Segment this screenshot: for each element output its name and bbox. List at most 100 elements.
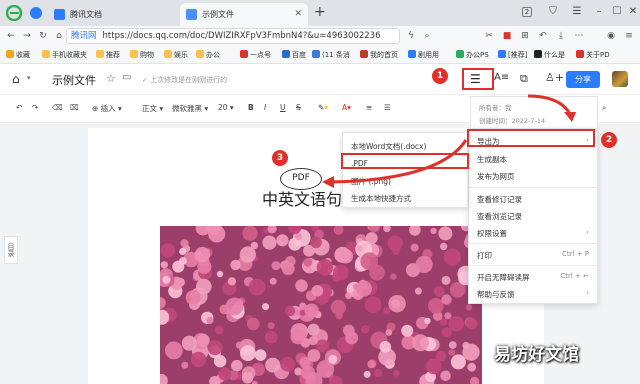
home-icon[interactable]: ⌂ [12,72,20,86]
step-badge-1: 1 [432,68,448,84]
star-icon[interactable]: ☆ [106,72,116,85]
strikethrough-icon[interactable]: S [296,103,301,112]
doc-header: ⌂ ▾ 示例文件 ☆ ▭ ✓ 上次修改是在刚刚进行的 A≡ ⧉ ♙+ 分享 ☰ [0,64,640,95]
menu-item-copy[interactable]: 生成副本 [477,154,507,165]
baidu-icon [282,50,290,58]
insert-button[interactable]: ⊕ 插入 ▾ [92,103,122,114]
url-field[interactable]: 腾讯网 https://docs.qq.com/doc/DWIZIRXFpV3Fm… [66,28,400,44]
account-icon[interactable]: ◉ [604,29,618,43]
bookmark-item[interactable]: 办公PS [456,49,489,61]
more-icon[interactable]: ⋯ [572,29,586,43]
chevron-down-icon[interactable]: ▾ [27,74,31,82]
menu-item-help[interactable]: 帮助与反馈 [477,289,515,300]
menu-item-revisions[interactable]: 查看修订记录 [477,194,522,205]
browser-logo-icon [5,4,23,22]
site-icon [240,50,248,58]
style-select[interactable]: 正文 ▾ [142,103,163,114]
present-icon[interactable]: ⧉ [520,72,528,86]
clear-format-icon[interactable]: ⌧ [70,103,79,112]
site-icon [360,50,368,58]
created-text: 创建时间：2022-7-14 [479,117,546,125]
extension-icon[interactable]: ■ [500,29,514,43]
step-badge-2: 2 [601,132,617,148]
add-user-icon[interactable]: ♙+ [545,71,564,84]
folder-icon[interactable]: ▭ [122,72,131,83]
undo-icon[interactable]: ↶ [16,103,22,112]
menu-item-accessibility[interactable]: 开启无障碍读屏 [477,272,530,283]
underline-icon[interactable]: U [280,103,286,112]
address-bar: ← → ↻ ⌂ 腾讯网 https://docs.qq.com/doc/DWIZI… [0,26,640,46]
bookmark-item[interactable]: 关于PD [576,49,610,61]
flower-photo[interactable] [160,226,482,384]
save-status: ✓ 上次修改是在刚刚进行的 [142,76,228,84]
font-color-icon[interactable]: A▾ [342,103,351,112]
create-shortcut-option[interactable]: 生成本地快捷方式 [351,193,411,204]
bookmark-item[interactable]: 手机收藏夹 [42,49,87,61]
bookmark-item[interactable]: (11 条消 [312,49,350,61]
site-icon [534,50,542,58]
window-count-badge[interactable]: 2 [516,2,538,22]
new-tab-button[interactable]: + [314,4,326,20]
avatar[interactable] [612,71,628,87]
highlight-icon[interactable]: ✎▾ [318,103,328,112]
folder-icon [196,50,204,58]
search-icon[interactable]: ⌕ [602,103,606,113]
scissors-icon[interactable]: ✂ [482,29,496,43]
bookmark-item[interactable]: 我的首页 [360,49,398,61]
list-icon[interactable]: ☰ [384,103,391,112]
grid-icon[interactable]: ⊞ [518,29,532,43]
pdf-callout: PDF [280,168,322,190]
format-painter-icon[interactable]: ⌫ [52,103,63,112]
redo-icon[interactable]: ↷ [32,103,38,112]
export-png-option[interactable]: 图片 (.png) [351,176,391,187]
bookmark-item[interactable]: 娱乐 [164,49,188,61]
text-format-icon[interactable]: A≡ [494,72,509,83]
menu-item-views[interactable]: 查看浏览记录 [477,211,522,222]
outline-side-tab[interactable]: 目录 [4,236,18,264]
chevron-right-icon: › [586,289,589,297]
bookmark-item[interactable]: 一点号 [240,49,271,61]
bookmark-item[interactable]: 办公 [196,49,220,61]
bookmark-item[interactable]: [推荐] [498,49,527,61]
back-icon[interactable]: ← [4,29,18,43]
tab-example-file[interactable]: 示例文件 ✕ [180,3,308,26]
doc-title[interactable]: 示例文件 [52,72,96,88]
shirt-icon[interactable]: ⛉ [542,2,564,22]
telegram-icon[interactable] [30,7,42,19]
bookmark-item[interactable]: 剧用用 [408,49,439,61]
bookmark-item[interactable]: 什么是 [534,49,565,61]
forward-icon[interactable]: → [20,29,34,43]
font-size-select[interactable]: 20 ▾ [218,103,234,112]
close-tab-icon[interactable]: ✕ [294,3,302,26]
tab-tencent-docs[interactable]: 腾讯文档 [48,3,178,26]
font-select[interactable]: 微软雅黑 ▾ [172,103,208,114]
search-icon[interactable]: ⌕ [420,29,434,43]
close-window-icon[interactable]: ✕ [622,2,640,22]
bookmark-item[interactable]: 百度 [282,49,306,61]
download-icon[interactable]: ⤓ [554,29,568,43]
site-icon [312,50,320,58]
export-submenu: 本地Word文档(.docx) .PDF 图片 (.png) 生成本地快捷方式 [342,132,468,208]
site-icon [456,50,464,58]
url-text: https://docs.qq.com/doc/DWIZIRXFpV3FmbnN… [102,31,381,41]
bold-icon[interactable]: B [248,103,254,112]
star-icon [6,50,14,58]
docs-icon [54,9,65,20]
share-button[interactable]: 分享 [566,71,600,88]
overflow-icon[interactable]: ≡ [622,29,636,43]
home-icon[interactable]: ⌂ [52,29,66,43]
menu-item-permissions[interactable]: 权限设置 [477,228,507,239]
reload-icon[interactable]: ↻ [36,29,50,43]
lightning-icon[interactable]: ϟ [404,29,418,43]
plus-icon: ⊕ [92,104,101,113]
bookmark-item[interactable]: 收藏 [6,49,30,61]
bookmark-item[interactable]: 购物 [130,49,154,61]
export-word-option[interactable]: 本地Word文档(.docx) [351,141,426,152]
menu-icon[interactable]: ☰ [566,2,588,22]
bookmark-item[interactable]: 推荐 [96,49,120,61]
undo-icon[interactable]: ↶ [536,29,550,43]
italic-icon[interactable]: I [264,103,266,112]
menu-item-print[interactable]: 打印 [477,250,492,261]
menu-item-publish[interactable]: 发布为网页 [477,171,515,182]
align-icon[interactable]: ≡ [366,103,372,112]
